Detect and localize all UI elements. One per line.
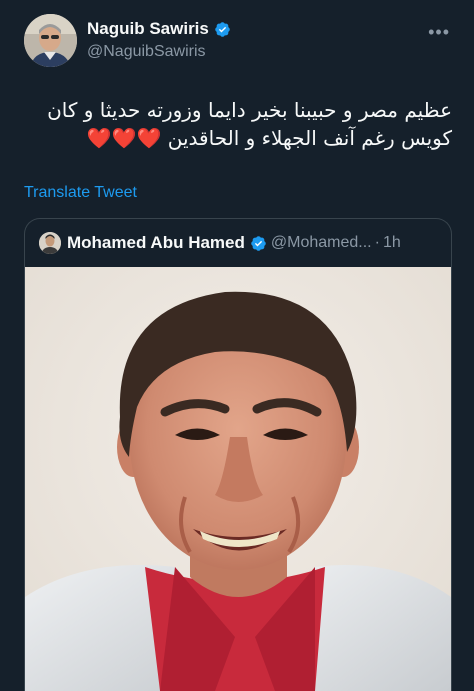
verified-badge-icon [215, 21, 230, 37]
author-display-name[interactable]: Naguib Sawiris [87, 19, 209, 39]
tweet-header: Naguib Sawiris @NaguibSawiris ••• [24, 12, 454, 70]
quoted-timestamp[interactable]: 1h [383, 234, 401, 252]
quoted-tweet-card[interactable]: Mohamed Abu Hamed @Mohamed... · 1h [24, 218, 452, 691]
author-avatar[interactable] [24, 14, 77, 67]
quoted-author-avatar[interactable] [39, 232, 61, 254]
tweet-text-line-2: كويس رغم آنف الجهلاء و الحاقدين ❤️❤️❤️ [86, 126, 452, 150]
tweet-text: عظيم مصر و حبيبنا بخير دايما وزورته حديث… [24, 96, 452, 152]
quoted-separator: · [374, 234, 380, 251]
author-info: Naguib Sawiris @NaguibSawiris [87, 18, 231, 61]
translate-tweet-link[interactable]: Translate Tweet [24, 184, 137, 202]
quoted-tweet-header: Mohamed Abu Hamed @Mohamed... · 1h [39, 231, 401, 255]
more-horizontal-icon[interactable]: ••• [428, 22, 450, 43]
author-name-row[interactable]: Naguib Sawiris [87, 18, 231, 40]
tweet-text-line-1: عظيم مصر و حبيبنا بخير دايما وزورته حديث… [47, 98, 452, 122]
quoted-display-name[interactable]: Mohamed Abu Hamed [67, 233, 245, 253]
author-handle[interactable]: @NaguibSawiris [87, 43, 231, 61]
quoted-verified-badge-icon [251, 235, 266, 251]
quoted-tweet-photo[interactable] [25, 267, 451, 691]
quoted-handle[interactable]: @Mohamed... [271, 234, 372, 252]
